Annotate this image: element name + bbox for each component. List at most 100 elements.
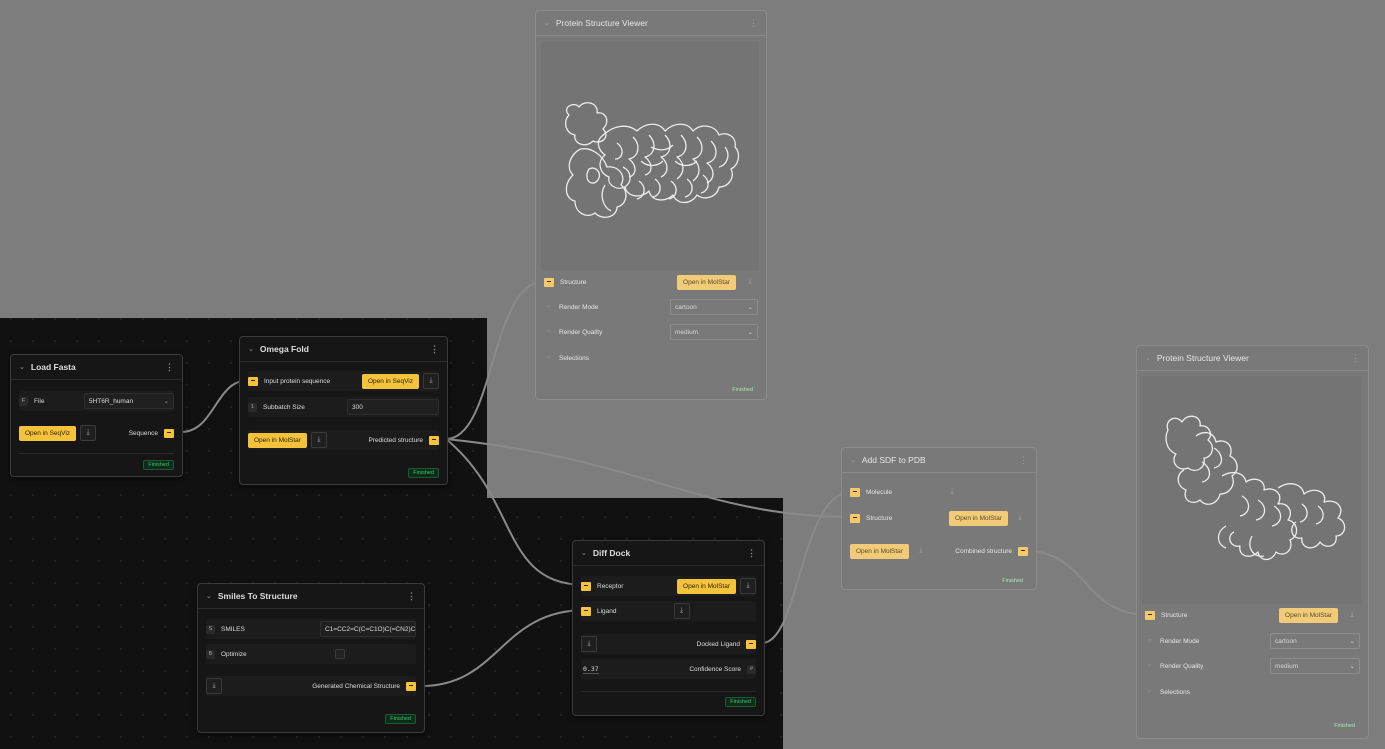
generated-structure-port[interactable] <box>406 681 416 691</box>
node-header[interactable]: ⌄ Smiles To Structure ⋮ <box>198 584 424 609</box>
open-in-seqviz-button[interactable]: Open in SeqViz <box>19 425 77 441</box>
download-icon[interactable]: ⤓ <box>913 543 929 559</box>
render-quality-label: Render Quality <box>559 328 603 336</box>
subbatch-input[interactable]: 300 <box>347 399 439 415</box>
render-mode-select[interactable]: cartoon ⌄ <box>1270 633 1360 649</box>
omega-fold-node[interactable]: ⌄ Omega Fold ⋮ Input protein sequence Op… <box>239 336 448 485</box>
status-badge: Finished <box>725 697 756 707</box>
combined-structure-port[interactable] <box>1018 546 1028 556</box>
generated-structure-row: ⤓ Generated Chemical Structure <box>206 676 416 696</box>
input-sequence-port[interactable] <box>248 376 258 386</box>
download-icon[interactable]: ⤓ <box>673 603 690 619</box>
kebab-menu-icon[interactable]: ⋮ <box>747 548 756 559</box>
structure-port[interactable] <box>850 513 860 523</box>
smiles-value: C1=CC2=C(C=C1O)C(=CN2)C <box>325 625 416 633</box>
number-type-icon: 1 <box>248 402 257 412</box>
node-header[interactable]: ⌄ Diff Dock ⋮ <box>573 541 764 566</box>
node-title: Add SDF to PDB <box>861 455 926 465</box>
status-badge: Finished <box>143 460 174 470</box>
node-header[interactable]: ⌄ Protein Structure Viewer ⋮ <box>536 11 766 36</box>
ligand-port[interactable] <box>581 606 591 616</box>
structure-row: Structure Open in MolStar ⤓ <box>850 508 1028 528</box>
wire-smiles-diffdock <box>420 609 587 687</box>
chevron-down-icon: ⌄ <box>1349 638 1355 645</box>
open-in-molstar-button[interactable]: Open in MolStar <box>949 510 1008 526</box>
protein-viewer-node-2[interactable]: ⌄ Protein Structure Viewer ⋮ Structure O… <box>1136 345 1369 739</box>
node-header[interactable]: ⌄ Add SDF to PDB ⋮ <box>842 448 1036 473</box>
optimize-checkbox[interactable] <box>334 649 345 659</box>
string-type-icon: S <box>206 624 215 634</box>
kebab-menu-icon[interactable]: ⋮ <box>1351 353 1360 364</box>
collapse-chevron-icon[interactable]: ⌄ <box>850 456 856 464</box>
docked-ligand-port[interactable] <box>746 639 756 649</box>
open-in-molstar-button[interactable]: Open in MolStar <box>248 432 307 448</box>
render-mode-value: cartoon <box>675 303 697 311</box>
collapse-chevron-icon[interactable]: ⌄ <box>1145 354 1151 362</box>
receptor-port[interactable] <box>581 581 591 591</box>
protein-viewer-node-1[interactable]: ⌄ Protein Structure Viewer ⋮ Structure O… <box>535 10 767 400</box>
open-in-molstar-button[interactable]: Open in MolStar <box>677 274 736 290</box>
status-badge: Finished <box>385 714 416 724</box>
open-in-molstar-button[interactable]: Open in MolStar <box>677 578 736 594</box>
download-icon[interactable]: ⤓ <box>310 432 327 448</box>
collapse-chevron-icon[interactable]: ⌄ <box>248 345 254 353</box>
render-mode-row: ○ Render Mode cartoon ⌄ <box>544 297 758 317</box>
molecule-port[interactable] <box>850 487 860 497</box>
download-icon[interactable]: ⤓ <box>80 425 97 441</box>
smiles-label: SMILES <box>221 625 245 633</box>
protein-3d-view[interactable] <box>541 41 759 271</box>
collapse-chevron-icon[interactable]: ⌄ <box>206 592 212 600</box>
ligand-row: Ligand ⤓ <box>581 601 756 621</box>
kebab-menu-icon[interactable]: ⋮ <box>165 362 174 373</box>
node-header[interactable]: ⌄ Load Fasta ⋮ <box>11 355 182 380</box>
sequence-output-port[interactable] <box>164 428 174 438</box>
status-badge: Finished <box>732 387 753 393</box>
kebab-menu-icon[interactable]: ⋮ <box>749 18 758 29</box>
structure-row: Structure Open in MolStar ⤓ <box>1145 605 1360 625</box>
selections-row: ○ Selections <box>1145 682 1360 702</box>
download-icon[interactable]: ⤓ <box>1012 510 1028 526</box>
docked-ligand-label: Docked Ligand <box>696 640 740 648</box>
load-fasta-node[interactable]: ⌄ Load Fasta ⋮ F File 5HT6R_human ⌄ Open… <box>10 354 183 477</box>
molecule-label: Molecule <box>866 488 893 496</box>
download-icon[interactable]: ⤓ <box>944 484 960 500</box>
generated-structure-label: Generated Chemical Structure <box>312 682 400 690</box>
render-quality-select[interactable]: medium ⌄ <box>1270 658 1360 674</box>
structure-port[interactable] <box>1145 610 1155 620</box>
collapse-chevron-icon[interactable]: ⌄ <box>581 549 587 557</box>
download-icon[interactable]: ⤓ <box>581 636 597 652</box>
number-output-port[interactable]: # <box>747 664 756 674</box>
open-in-seqviz-button[interactable]: Open in SeqViz <box>361 373 419 389</box>
download-icon[interactable]: ⤓ <box>740 578 756 594</box>
open-in-molstar-button[interactable]: Open in MolStar <box>1279 607 1338 623</box>
protein-3d-view[interactable] <box>1142 376 1361 604</box>
render-quality-label: Render Quality <box>1160 662 1204 670</box>
node-title: Diff Dock <box>592 548 631 558</box>
smiles-input[interactable]: C1=CC2=C(C=C1O)C(=CN2)C <box>320 621 416 637</box>
node-header[interactable]: ⌄ Omega Fold ⋮ <box>240 337 447 362</box>
download-icon[interactable]: ⤓ <box>206 678 222 694</box>
add-sdf-to-pdb-node[interactable]: ⌄ Add SDF to PDB ⋮ Molecule ⤓ Structure … <box>841 447 1037 590</box>
sequence-output-label: Sequence <box>128 429 158 437</box>
open-in-molstar-button[interactable]: Open in MolStar <box>850 543 909 559</box>
render-quality-row: ○ Render Quality medium ⌄ <box>1145 656 1360 676</box>
download-icon[interactable]: ⤓ <box>1344 607 1360 623</box>
smiles-to-structure-node[interactable]: ⌄ Smiles To Structure ⋮ S SMILES C1=CC2=… <box>197 583 425 733</box>
render-mode-label: Render Mode <box>1160 637 1200 645</box>
structure-port[interactable] <box>544 277 554 287</box>
kebab-menu-icon[interactable]: ⋮ <box>407 591 416 602</box>
smiles-row: S SMILES C1=CC2=C(C=C1O)C(=CN2)C <box>206 619 416 639</box>
collapse-chevron-icon[interactable]: ⌄ <box>19 363 25 371</box>
kebab-menu-icon[interactable]: ⋮ <box>430 344 439 355</box>
file-select[interactable]: 5HT6R_human ⌄ <box>84 393 174 409</box>
collapse-chevron-icon[interactable]: ⌄ <box>544 19 550 27</box>
node-header[interactable]: ⌄ Protein Structure Viewer ⋮ <box>1137 346 1368 371</box>
download-icon[interactable]: ⤓ <box>423 373 439 389</box>
render-mode-select[interactable]: cartoon ⌄ <box>670 299 758 315</box>
option-type-icon: ○ <box>546 329 551 335</box>
kebab-menu-icon[interactable]: ⋮ <box>1019 455 1028 466</box>
predicted-structure-port[interactable] <box>429 435 439 445</box>
download-icon[interactable]: ⤓ <box>742 274 758 290</box>
diff-dock-node[interactable]: ⌄ Diff Dock ⋮ Receptor Open in MolStar ⤓… <box>572 540 765 716</box>
render-quality-select[interactable]: medium ⌄ <box>670 324 758 340</box>
